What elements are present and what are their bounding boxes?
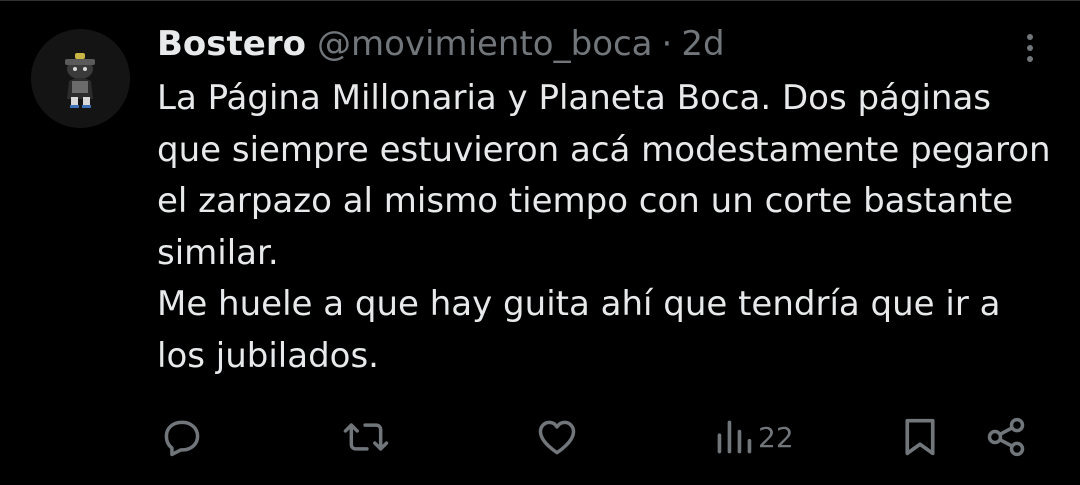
views-icon: [717, 420, 752, 454]
avatar[interactable]: [31, 29, 130, 128]
heart-icon: [538, 420, 576, 455]
author-name[interactable]: Bostero: [157, 24, 306, 64]
views-count: 22: [758, 420, 794, 454]
bookmark-button[interactable]: [900, 415, 940, 459]
share-button[interactable]: [984, 415, 1028, 459]
tweet-header: Bostero @movimiento_boca · 2d: [157, 22, 725, 66]
views-button[interactable]: 22: [714, 415, 794, 459]
share-icon: [987, 417, 1025, 457]
retweet-icon: [343, 423, 389, 451]
timestamp[interactable]: 2d: [681, 24, 724, 64]
avatar-image: [31, 29, 130, 128]
more-options-button[interactable]: [1016, 28, 1044, 68]
bookmark-icon: [905, 418, 935, 456]
like-button[interactable]: [535, 415, 579, 459]
reply-icon: [164, 420, 200, 457]
more-vertical-icon: [1027, 34, 1033, 62]
tweet-text: La Página Millonaria y Planeta Boca. Dos…: [157, 78, 1051, 376]
author-handle[interactable]: @movimiento_boca: [317, 24, 653, 64]
retweet-button[interactable]: [342, 415, 390, 459]
separator-dot: ·: [661, 24, 673, 64]
reply-button[interactable]: [160, 415, 204, 459]
top-divider: [0, 0, 1080, 1]
